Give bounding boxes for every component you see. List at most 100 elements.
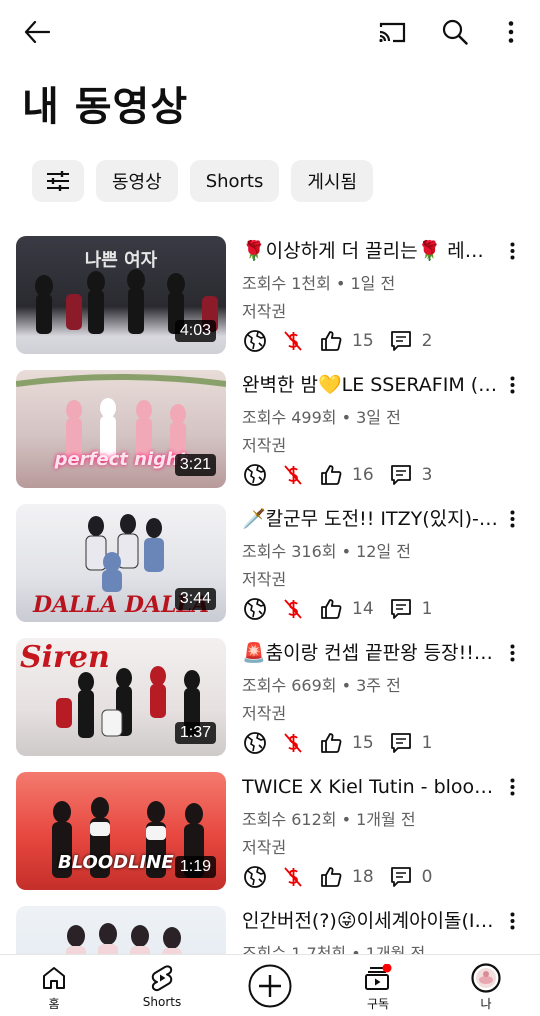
home-icon [41,963,67,993]
search-button[interactable] [435,12,475,52]
video-thumbnail[interactable]: BLOODLINE 1:19 [16,772,226,890]
video-list: 나쁜 여자 4:03 🌹이상하게 더 끌리는🌹 레이디… 조회수 1천회 • 1… [0,236,540,954]
more-vertical-icon [510,242,514,260]
nav-home-label: 홈 [48,997,60,1011]
monetization-off-icon [280,328,306,354]
comment-icon [388,864,414,890]
video-title[interactable]: 🚨춤이랑 컨셉 끝판왕 등장!!!… [242,640,500,666]
monetization-off-icon [280,462,306,488]
like-count: 14 [352,599,374,619]
video-thumbnail[interactable]: Siren 1:37 [16,638,226,756]
chip-posted[interactable]: 게시됨 [291,160,374,202]
cast-icon [379,22,406,43]
globe-icon [242,730,268,756]
video-more-button[interactable] [500,506,524,532]
video-title[interactable]: 인간버전(?)😜이세계아이돌(I… [242,908,500,934]
video-stats: 14 1 [242,596,432,622]
comment-count: 1 [421,599,433,619]
video-item[interactable]: BLOODLINE 1:19 TWICE X Kiel Tutin - bloo… [0,772,540,892]
video-title[interactable]: 🌹이상하게 더 끌리는🌹 레이디… [242,238,500,264]
video-more-button[interactable] [500,908,524,934]
filter-settings-chip[interactable] [32,160,84,202]
more-vertical-icon [510,644,514,662]
comment-count: 1 [421,733,433,753]
nav-create[interactable] [230,955,310,1016]
video-item[interactable]: Siren 1:37 🚨춤이랑 컨셉 끝판왕 등장!!!… 조회수 669회 •… [0,638,540,758]
more-options-button[interactable] [491,12,531,52]
video-item[interactable]: 나쁜 여자 4:03 🌹이상하게 더 끌리는🌹 레이디… 조회수 1천회 • 1… [0,236,540,356]
video-title[interactable]: TWICE X Kiel Tutin - bloodli… [242,774,500,800]
video-title[interactable]: 완벽한 밤💛LE SSERAFIM (… [242,372,500,398]
create-plus-icon [248,964,292,1008]
video-duration: 3:44 [174,588,216,610]
video-item[interactable]: perfect night 3:21 완벽한 밤💛LE SSERAFIM (… … [0,370,540,490]
more-vertical-icon [510,376,514,394]
video-thumbnail[interactable]: DALLA DALLA 3:44 [16,504,226,622]
video-more-button[interactable] [500,372,524,398]
copyright-label: 저작권 [242,302,287,321]
copyright-label: 저작권 [242,704,287,723]
video-thumbnail[interactable]: 나쁜 여자 4:03 [16,236,226,354]
like-count: 15 [352,331,374,351]
avatar [471,963,501,993]
back-button[interactable] [17,12,57,52]
like-icon [318,462,344,488]
nav-me-label: 나 [480,997,492,1011]
comment-icon [388,328,414,354]
thumbnail-dancers [66,923,182,954]
back-arrow-icon [24,21,50,43]
video-meta: 조회수 1.7천회 • 1개월 전 [242,944,426,954]
globe-icon [242,596,268,622]
video-stats: 15 2 [242,328,432,354]
copyright-label: 저작권 [242,436,287,455]
monetization-off-icon [280,596,306,622]
video-duration: 3:21 [174,454,216,476]
page-title: 내 동영상 [22,84,189,130]
cast-button[interactable] [372,12,412,52]
filter-chips: 동영상 Shorts 게시됨 [32,160,374,202]
video-stats: 15 1 [242,730,432,756]
like-count: 15 [352,733,374,753]
video-more-button[interactable] [500,640,524,666]
copyright-label: 저작권 [242,838,287,857]
video-stats: 16 3 [242,462,432,488]
subscriptions-icon [363,963,393,993]
top-bar [0,0,540,64]
comment-count: 0 [421,867,433,887]
video-thumbnail[interactable]: perfect night 3:21 [16,370,226,488]
sliders-icon [47,171,69,191]
like-icon [318,864,344,890]
search-icon [442,19,468,45]
nav-shorts-label: Shorts [142,995,182,1009]
video-meta: 조회수 669회 • 3주 전 [242,676,401,695]
more-vertical-icon [510,510,514,528]
comment-count: 2 [421,331,433,351]
chip-shorts[interactable]: Shorts [189,160,280,202]
like-icon [318,328,344,354]
nav-subscriptions[interactable]: 구독 [338,955,418,1016]
video-item[interactable]: 인간버전(?)😜이세계아이돌(I… 조회수 1.7천회 • 1개월 전 [0,906,540,954]
nav-shorts[interactable]: Shorts [122,955,202,1016]
nav-me[interactable]: 나 [446,955,526,1016]
like-icon [318,596,344,622]
monetization-off-icon [280,730,306,756]
video-item[interactable]: DALLA DALLA 3:44 🗡️칼군무 도전!! ITZY(있지)- … … [0,504,540,624]
nav-subscriptions-label: 구독 [366,997,390,1011]
video-more-button[interactable] [500,774,524,800]
video-meta: 조회수 1천회 • 1일 전 [242,274,396,293]
bottom-navigation: 홈 Shorts 구독 나 [0,954,540,1016]
more-vertical-icon [508,21,514,43]
chip-videos[interactable]: 동영상 [96,160,178,202]
video-duration: 1:37 [174,722,216,744]
nav-home[interactable]: 홈 [14,955,94,1016]
like-count: 18 [352,867,374,887]
globe-icon [242,864,268,890]
video-title[interactable]: 🗡️칼군무 도전!! ITZY(있지)- … [242,506,500,532]
video-more-button[interactable] [500,238,524,264]
like-icon [318,730,344,756]
video-duration: 1:19 [174,856,216,878]
globe-icon [242,462,268,488]
thumbnail-caption: BLOODLINE [58,852,174,873]
video-thumbnail[interactable] [16,906,226,954]
video-stats: 18 0 [242,864,432,890]
